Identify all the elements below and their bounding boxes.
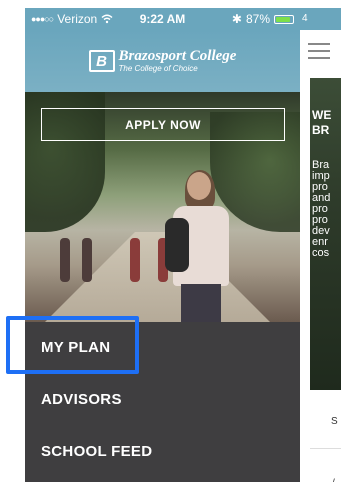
background-status-bar: 4 [300, 8, 341, 30]
walker-figure [60, 238, 70, 282]
menu-item-school-feed[interactable]: SCHOOL FEED [25, 426, 300, 478]
hamburger-menu-icon[interactable] [308, 43, 330, 59]
background-bottom-text: / [332, 478, 335, 482]
college-logo[interactable]: B Brazosport College The College of Choi… [88, 49, 237, 73]
background-body-line: pro [312, 215, 328, 226]
background-heading-line: WE [312, 108, 332, 122]
logo-text: Brazosport College The College of Choice [119, 49, 237, 73]
battery-level [276, 16, 290, 22]
my-plan-highlight-box [6, 316, 139, 374]
background-section-label: S [331, 416, 338, 427]
background-body-line: Bra [312, 160, 330, 171]
walker-figure [130, 238, 140, 282]
battery-icon [274, 14, 294, 24]
menu-item-advisors[interactable]: ADVISORS [25, 374, 300, 426]
navigation-drawer: ●●●○○ Verizon 9:22 AM ✱ 87% B Brazosport… [25, 8, 300, 482]
walker-figure [82, 238, 92, 282]
background-body-line: and [312, 193, 331, 204]
college-tagline: The College of Choice [118, 64, 198, 73]
background-hero-heading: WE BR [312, 108, 341, 138]
student-head [187, 172, 211, 200]
student-legs [181, 284, 221, 322]
background-body-line: dev [312, 226, 330, 237]
background-body-line: imp [312, 171, 330, 182]
bluetooth-icon: ✱ [231, 12, 242, 26]
background-body-line: cos [312, 248, 330, 259]
status-bar: ●●●○○ Verizon 9:22 AM ✱ 87% [25, 8, 300, 30]
background-divider [310, 448, 341, 449]
background-body-line: pro [312, 182, 328, 193]
background-body-line: enr [312, 237, 328, 248]
drawer-header: B Brazosport College The College of Choi… [25, 30, 300, 92]
college-name: Brazosport College [118, 48, 237, 64]
hero-background-walkers [60, 222, 180, 282]
status-right: ✱ 87% [232, 12, 294, 26]
student-backpack [165, 218, 189, 272]
background-page: 4 WE BR Bra imp pro and pro pro dev enr … [300, 8, 341, 482]
apply-now-button[interactable]: APPLY NOW [41, 108, 285, 141]
college-logo-icon: B [88, 50, 115, 72]
background-heading-line: BR [312, 123, 330, 137]
battery-percent: 87% [245, 12, 270, 26]
background-body-line: pro [312, 204, 328, 215]
background-hero-text: WE BR Bra imp pro and pro pro dev enr co… [312, 108, 341, 259]
background-status-fragment: 4 [302, 13, 308, 24]
hero-student-figure [165, 170, 235, 322]
